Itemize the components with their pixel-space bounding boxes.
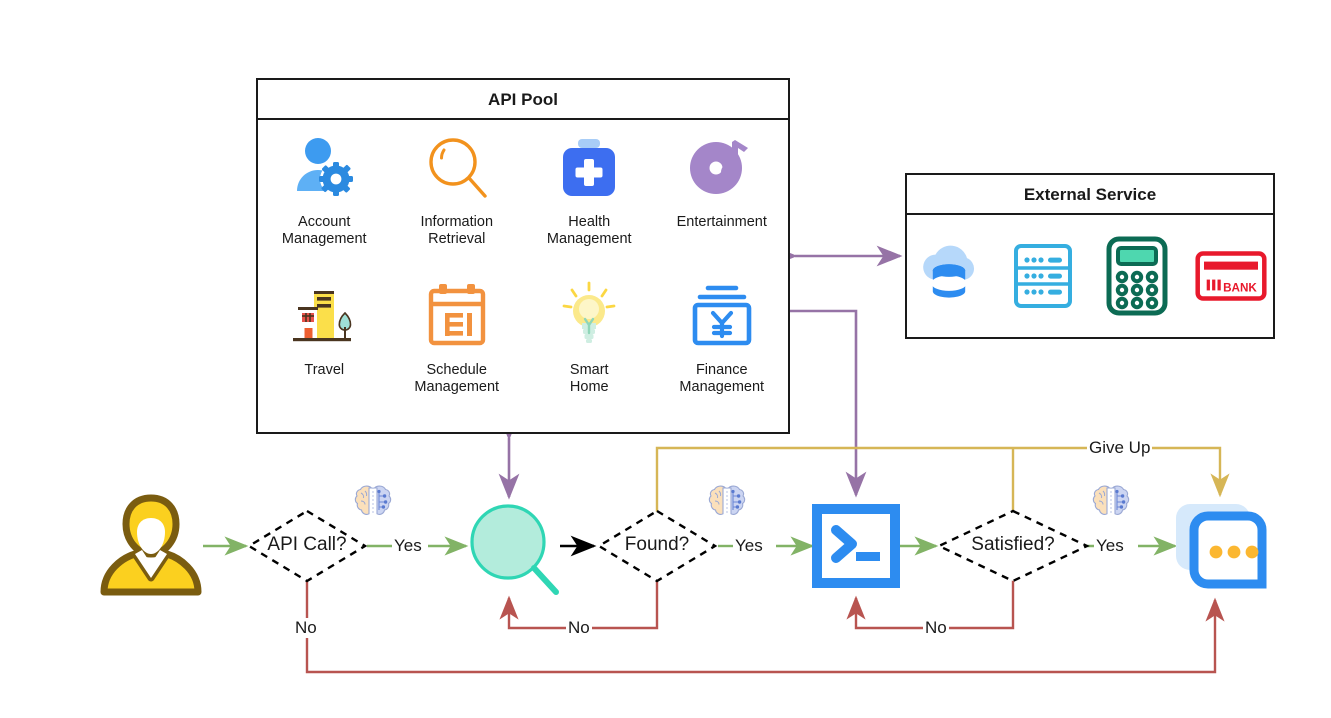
api-item-label: Travel	[304, 362, 345, 378]
entertainment-icon	[686, 126, 758, 210]
llm-brain-badge-3	[1090, 482, 1132, 529]
api-pool-body: AccountManagement InformationRetrieval	[258, 120, 788, 432]
cloud-database-icon	[913, 236, 985, 316]
edge-label-no-api-call: No	[293, 618, 319, 638]
edge-apipool-terminal	[789, 309, 867, 498]
brain-icon	[708, 485, 746, 515]
smart-home-icon	[559, 274, 619, 358]
diagram-canvas: API Pool Account Management Information …	[0, 0, 1331, 718]
flow-node-retriever[interactable]	[466, 500, 566, 601]
external-service-items: BANK	[907, 215, 1273, 337]
api-item-label: Smart Home	[569, 362, 609, 395]
edge-label-no-satisfied: No	[923, 618, 949, 638]
bank-card-label: BANK	[1223, 281, 1257, 294]
edge-label-give-up: Give Up	[1087, 438, 1153, 458]
chat-bubble-icon	[1176, 504, 1267, 589]
api-item-label: Finance Management	[679, 362, 765, 395]
user-avatar-icon	[100, 494, 202, 596]
schedule-management-icon	[422, 274, 492, 358]
finance-management-icon	[686, 274, 758, 358]
brain-icon	[354, 485, 392, 515]
flow-node-terminal[interactable]	[810, 502, 902, 593]
api-pool-title: API Pool	[258, 80, 788, 120]
flow-node-response[interactable]	[1168, 496, 1272, 595]
flow-node-found-label: Found?	[624, 534, 690, 555]
flow-node-satisfied-label: Satisfied?	[971, 534, 1055, 555]
api-item-label: Account Management	[281, 214, 367, 247]
api-pool-grid: AccountManagement InformationRetrieval	[258, 126, 788, 422]
api-item-health-management[interactable]: Health Management	[523, 126, 656, 274]
api-item-label: Information Retrieval	[420, 214, 494, 247]
edge-label-yes-2: Yes	[733, 536, 765, 556]
travel-icon	[289, 274, 359, 358]
terminal-icon	[810, 502, 902, 590]
llm-brain-badge-2	[706, 482, 748, 529]
api-item-account-management[interactable]: Account Management	[258, 126, 391, 274]
api-item-schedule-management[interactable]: Schedule Management	[391, 274, 524, 422]
external-service-panel: External Service BANK	[905, 173, 1275, 339]
external-service-title: External Service	[907, 175, 1273, 215]
edge-label-yes-1: Yes	[392, 536, 424, 556]
edge-label-no-found: No	[566, 618, 592, 638]
api-item-label: Entertainment	[676, 214, 767, 230]
edge-label-yes-3: Yes	[1094, 536, 1126, 556]
flow-node-user[interactable]	[98, 492, 204, 601]
server-rack-icon	[1007, 236, 1079, 316]
api-item-label: Schedule Management	[414, 362, 500, 395]
api-item-entertainment[interactable]: Entertainment	[656, 126, 789, 274]
llm-brain-badge-1	[352, 482, 394, 529]
api-item-label: Health Management	[546, 214, 632, 247]
flow-node-api-call-label: API Call?	[267, 534, 347, 555]
brain-icon	[1092, 485, 1130, 515]
account-management-icon	[289, 126, 359, 210]
magnifier-icon	[470, 504, 559, 595]
api-item-travel[interactable]: Travel	[258, 274, 391, 422]
information-retrieval-icon	[422, 126, 492, 210]
api-pool-panel: API Pool Account Management Information …	[256, 78, 790, 434]
calculator-icon	[1101, 236, 1173, 316]
edge-apicall-no-response	[305, 580, 1225, 674]
health-management-icon	[557, 126, 621, 210]
external-service-body: BANK	[907, 215, 1273, 337]
api-item-smart-home[interactable]: Smart Home	[523, 274, 656, 422]
api-item-information-retrieval[interactable]: Information Retrieval	[391, 126, 524, 274]
api-item-finance-management[interactable]: Finance Management	[656, 274, 789, 422]
bank-card-icon: BANK	[1195, 236, 1267, 316]
